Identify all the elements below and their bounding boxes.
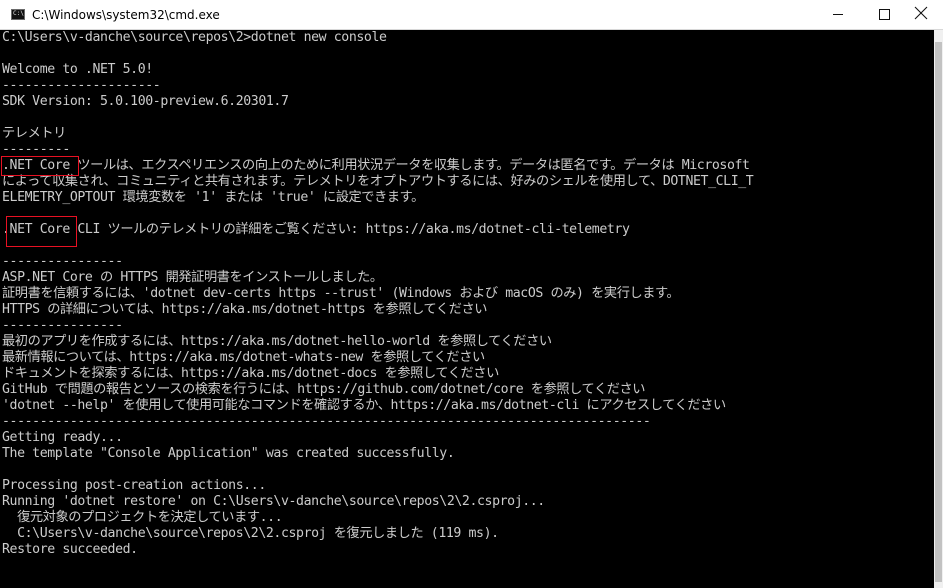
console-line: Running 'dotnet restore' on C:\Users\v-d… bbox=[2, 494, 545, 509]
console-line: Getting ready... bbox=[2, 430, 123, 445]
console-line: ドキュメントを探索するには、https://aka.ms/dotnet-docs… bbox=[2, 366, 499, 381]
console-line: SDK Version: 5.0.100-preview.6.20301.7 bbox=[2, 94, 289, 109]
console-line: ---------------- bbox=[2, 318, 123, 333]
cmd-icon[interactable]: C:\ bbox=[11, 9, 25, 20]
highlight-box-net-core-cli bbox=[6, 216, 77, 247]
console-line: --------------------- bbox=[2, 78, 161, 93]
console-line: HTTPS の詳細については、https://aka.ms/dotnet-htt… bbox=[2, 302, 488, 317]
console-line: .NET Core CLI ツールのテレメトリの詳細をご覧ください: https… bbox=[2, 222, 630, 237]
cmd-window: C:\ C:\Windows\system32\cmd.exe C:\Users… bbox=[0, 0, 943, 588]
window-title: C:\Windows\system32\cmd.exe bbox=[32, 8, 220, 22]
console-line: .NET Core ツールは、エクスペリエンスの向上のために利用状況データを収集… bbox=[2, 158, 750, 173]
console-line: 'dotnet --help' を使用して使用可能なコマンドを確認するか、htt… bbox=[2, 398, 726, 413]
title-bar[interactable]: C:\ C:\Windows\system32\cmd.exe bbox=[0, 0, 943, 30]
highlight-box-net-core bbox=[1, 156, 79, 176]
console-line: 復元対象のプロジェクトを決定しています... bbox=[2, 510, 283, 525]
minimize-icon bbox=[833, 14, 843, 15]
scrollbar-thumb[interactable] bbox=[935, 42, 942, 582]
console-line: C:\Users\v-danche\source\repos\2>dotnet … bbox=[2, 30, 387, 45]
console-line: ----------------------------------------… bbox=[2, 414, 651, 429]
console-line: ---------------- bbox=[2, 254, 123, 269]
maximize-icon bbox=[879, 9, 890, 20]
console-line: Restore succeeded. bbox=[2, 542, 138, 557]
console-line: テレメトリ bbox=[2, 126, 66, 141]
console-line: 証明書を信頼するには、'dotnet dev-certs https --tru… bbox=[2, 286, 680, 301]
console-line: 最新情報については、https://aka.ms/dotnet-whats-ne… bbox=[2, 350, 485, 365]
console-line: 最初のアプリを作成するには、https://aka.ms/dotnet-hell… bbox=[2, 334, 552, 349]
cmd-icon-label: C:\ bbox=[13, 10, 24, 17]
close-button[interactable] bbox=[897, 0, 943, 29]
console-line: によって収集され、コミュニティと共有されます。テレメトリをオプトアウトするには、… bbox=[2, 174, 754, 189]
console-output[interactable]: C:\Users\v-danche\source\repos\2>dotnet … bbox=[0, 30, 934, 588]
vertical-scrollbar[interactable] bbox=[934, 30, 943, 588]
console-line: ASP.NET Core の HTTPS 開発証明書をインストールしました。 bbox=[2, 270, 383, 285]
console-line: C:\Users\v-danche\source\repos\2\2.cspro… bbox=[2, 526, 499, 541]
close-icon bbox=[914, 6, 928, 20]
console-line: The template "Console Application" was c… bbox=[2, 446, 455, 461]
console-line: Processing post-creation actions... bbox=[2, 478, 266, 493]
console-line: Welcome to .NET 5.0! bbox=[2, 62, 153, 77]
console-line: ELEMETRY_OPTOUT 環境変数を '1' または 'true' に設定… bbox=[2, 190, 424, 205]
console-line: GitHub で問題の報告とソースの検索を行うには、https://github… bbox=[2, 382, 646, 397]
minimize-button[interactable] bbox=[815, 0, 861, 29]
